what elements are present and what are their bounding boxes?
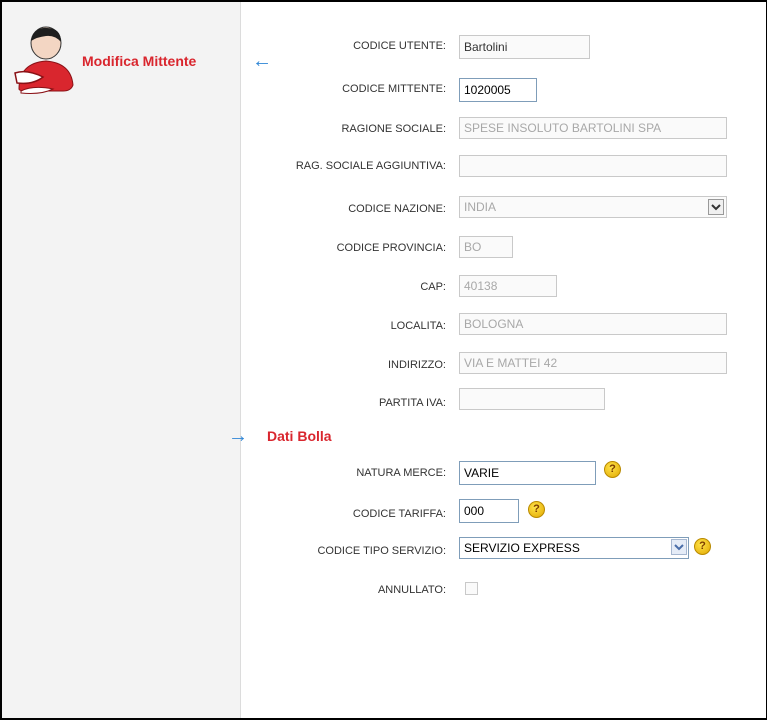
label-codice-mittente: CODICE MITTENTE: xyxy=(342,83,446,95)
label-codice-nazione: CODICE NAZIONE: xyxy=(348,203,446,215)
arrow-right-icon: → xyxy=(228,425,248,447)
section-title-dati-bolla: Dati Bolla xyxy=(267,428,332,444)
help-icon[interactable]: ? xyxy=(694,538,711,555)
codice-tariffa-field[interactable]: 000 xyxy=(459,499,519,523)
codice-tipo-servizio-select[interactable]: SERVIZIO EXPRESS xyxy=(459,537,689,559)
label-rag-sociale-aggiuntiva: RAG. SOCIALE AGGIUNTIVA: xyxy=(295,160,446,172)
help-icon[interactable]: ? xyxy=(604,461,621,478)
label-codice-utente: CODICE UTENTE: xyxy=(353,40,446,52)
cap-field[interactable]: 40138 xyxy=(459,275,557,297)
label-codice-tariffa: CODICE TARIFFA: xyxy=(352,508,446,520)
codice-nazione-value: INDIA xyxy=(464,200,497,214)
label-natura-merce: NATURA MERCE: xyxy=(356,467,446,479)
page-title: Modifica Mittente xyxy=(82,53,197,69)
indirizzo-field[interactable]: VIA E MATTEI 42 xyxy=(459,352,727,374)
codice-mittente-field[interactable]: 1020005 xyxy=(459,78,537,102)
rag-sociale-aggiuntiva-field[interactable] xyxy=(459,155,727,177)
user-icon xyxy=(14,26,74,94)
codice-provincia-field[interactable]: BO xyxy=(459,236,513,258)
chevron-down-icon[interactable] xyxy=(671,539,687,555)
help-icon[interactable]: ? xyxy=(528,501,545,518)
label-partita-iva: PARTITA IVA: xyxy=(378,397,446,409)
label-codice-tipo-servizio: CODICE TIPO SERVIZIO: xyxy=(317,545,446,557)
codice-nazione-select[interactable]: INDIA xyxy=(459,196,727,218)
annullato-checkbox[interactable] xyxy=(465,582,478,595)
sidebar xyxy=(2,2,241,718)
codice-utente-field[interactable]: Bartolini xyxy=(459,35,590,59)
label-codice-provincia: CODICE PROVINCIA: xyxy=(336,242,446,254)
codice-tipo-servizio-value: SERVIZIO EXPRESS xyxy=(464,541,580,555)
label-ragione-sociale: RAGIONE SOCIALE: xyxy=(341,123,446,135)
chevron-down-icon[interactable] xyxy=(708,199,724,215)
localita-field[interactable]: BOLOGNA xyxy=(459,313,727,335)
label-localita: LOCALITA: xyxy=(390,320,446,332)
partita-iva-field[interactable] xyxy=(459,388,605,410)
ragione-sociale-field[interactable]: SPESE INSOLUTO BARTOLINI SPA xyxy=(459,117,727,139)
label-cap: CAP: xyxy=(420,281,446,293)
label-indirizzo: INDIRIZZO: xyxy=(387,359,446,371)
natura-merce-field[interactable]: VARIE xyxy=(459,461,596,485)
label-annullato: ANNULLATO: xyxy=(377,584,446,596)
